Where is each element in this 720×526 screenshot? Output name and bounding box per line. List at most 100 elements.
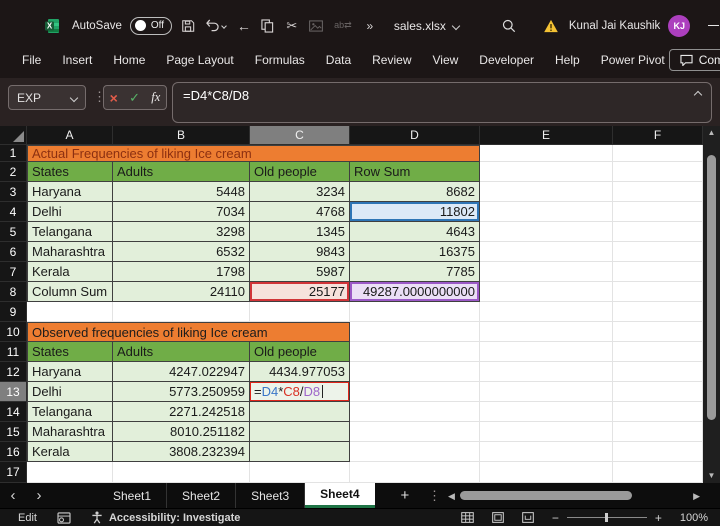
document-title[interactable]: sales.xlsx: [394, 19, 461, 33]
tab-review[interactable]: Review: [368, 49, 415, 71]
cell-C12[interactable]: 4434.977053: [250, 362, 350, 382]
cell-E12[interactable]: [480, 362, 613, 382]
row-header-8[interactable]: 8: [0, 282, 27, 302]
cell-B15[interactable]: 8010.251182: [113, 422, 250, 442]
cell-E15[interactable]: [480, 422, 613, 442]
cell-A7[interactable]: Kerala: [27, 262, 113, 282]
cell-D4[interactable]: 11802: [350, 202, 480, 222]
sheet-tab-sheet1[interactable]: Sheet1: [98, 483, 168, 508]
scroll-down-icon[interactable]: ▼: [708, 469, 716, 483]
cell-C7[interactable]: 5987: [250, 262, 350, 282]
cell-E6[interactable]: [480, 242, 613, 262]
cell-E2[interactable]: [480, 162, 613, 182]
cell-F11[interactable]: [613, 342, 703, 362]
cut-icon[interactable]: ✂: [284, 18, 300, 34]
cell-D13[interactable]: [350, 382, 480, 402]
cell-F5[interactable]: [613, 222, 703, 242]
zoom-slider[interactable]: − +: [552, 511, 662, 525]
row-header-14[interactable]: 14: [0, 402, 27, 422]
cell-B8[interactable]: 24110: [113, 282, 250, 302]
cell-B2[interactable]: Adults: [113, 162, 250, 182]
tab-insert[interactable]: Insert: [58, 49, 96, 71]
sheet-tab-sheet3[interactable]: Sheet3: [236, 483, 306, 508]
scroll-up-icon[interactable]: ▲: [708, 126, 716, 140]
cell-C4[interactable]: 4768: [250, 202, 350, 222]
cell-D7[interactable]: 7785: [350, 262, 480, 282]
column-header-E[interactable]: E: [480, 126, 613, 145]
tab-home[interactable]: Home: [109, 49, 149, 71]
cell-A13[interactable]: Delhi: [27, 382, 113, 402]
cell-A14[interactable]: Telangana: [27, 402, 113, 422]
cell-E3[interactable]: [480, 182, 613, 202]
cell-E13[interactable]: [480, 382, 613, 402]
zoom-track[interactable]: [566, 513, 647, 522]
vertical-scroll-thumb[interactable]: [707, 155, 716, 420]
zoom-in-icon[interactable]: +: [655, 511, 662, 525]
cell-A16[interactable]: Kerala: [27, 442, 113, 462]
undo-icon[interactable]: [204, 18, 228, 34]
row-header-11[interactable]: 11: [0, 342, 27, 362]
cell-E16[interactable]: [480, 442, 613, 462]
cell-C14[interactable]: [250, 402, 350, 422]
cell-A2[interactable]: States: [27, 162, 113, 182]
cell-D11[interactable]: [350, 342, 480, 362]
cell-A6[interactable]: Maharashtra: [27, 242, 113, 262]
cell-D16[interactable]: [350, 442, 480, 462]
cell-F3[interactable]: [613, 182, 703, 202]
cell-D8[interactable]: 49287.0000000000: [350, 282, 480, 302]
tab-formulas[interactable]: Formulas: [251, 49, 309, 71]
row-header-4[interactable]: 4: [0, 202, 27, 222]
column-header-F[interactable]: F: [613, 126, 703, 145]
column-header-B[interactable]: B: [113, 126, 250, 145]
cell-F9[interactable]: [613, 302, 703, 322]
cell-B6[interactable]: 6532: [113, 242, 250, 262]
undo-dropdown-icon[interactable]: [221, 22, 228, 29]
user-name[interactable]: Kunal Jai Kaushik: [569, 20, 660, 32]
select-all-corner[interactable]: [0, 126, 27, 145]
enter-icon[interactable]: ✓: [129, 91, 140, 104]
formula-input[interactable]: =D4*C8/D8: [172, 82, 712, 123]
cell-A17[interactable]: [27, 462, 113, 483]
cell-E5[interactable]: [480, 222, 613, 242]
cell-B16[interactable]: 3808.232394: [113, 442, 250, 462]
cell-B14[interactable]: 2271.242518: [113, 402, 250, 422]
horizontal-scroll-thumb[interactable]: [460, 491, 632, 500]
cell-E14[interactable]: [480, 402, 613, 422]
cell-B7[interactable]: 1798: [113, 262, 250, 282]
row-header-16[interactable]: 16: [0, 442, 27, 462]
cell-A5[interactable]: Telangana: [27, 222, 113, 242]
cell-B3[interactable]: 5448: [113, 182, 250, 202]
cell-C8[interactable]: 25177: [250, 282, 350, 302]
cell-B5[interactable]: 3298: [113, 222, 250, 242]
row-header-12[interactable]: 12: [0, 362, 27, 382]
back-arrow-icon[interactable]: ←: [236, 18, 252, 34]
cell-A4[interactable]: Delhi: [27, 202, 113, 222]
sheet-nav-prev-icon[interactable]: ‹: [0, 487, 26, 504]
cell-A12[interactable]: Haryana: [27, 362, 113, 382]
cell-B11[interactable]: Adults: [113, 342, 250, 362]
cell-D5[interactable]: 4643: [350, 222, 480, 242]
cell-F4[interactable]: [613, 202, 703, 222]
cell-D17[interactable]: [350, 462, 480, 483]
autosave-toggle[interactable]: Off: [129, 16, 172, 35]
tab-page-layout[interactable]: Page Layout: [162, 49, 237, 71]
tab-data[interactable]: Data: [322, 49, 355, 71]
cell-F14[interactable]: [613, 402, 703, 422]
cell-D9[interactable]: [350, 302, 480, 322]
comments-button[interactable]: Comments: [668, 48, 720, 71]
row-header-5[interactable]: 5: [0, 222, 27, 242]
tab-developer[interactable]: Developer: [475, 49, 538, 71]
cell-F12[interactable]: [613, 362, 703, 382]
cell-F10[interactable]: [613, 322, 703, 342]
tab-power-pivot[interactable]: Power Pivot: [597, 49, 669, 71]
vertical-scrollbar[interactable]: ▲ ▼: [703, 126, 720, 483]
cell-C17[interactable]: [250, 462, 350, 483]
cell-E9[interactable]: [480, 302, 613, 322]
cell-C16[interactable]: [250, 442, 350, 462]
cell-A10-table2-title[interactable]: Observed frequencies of liking Ice cream: [27, 322, 350, 342]
cell-F8[interactable]: [613, 282, 703, 302]
name-box[interactable]: EXP: [8, 85, 86, 110]
page-layout-view-icon[interactable]: [492, 512, 504, 523]
cell-F15[interactable]: [613, 422, 703, 442]
row-header-17[interactable]: 17: [0, 462, 27, 483]
